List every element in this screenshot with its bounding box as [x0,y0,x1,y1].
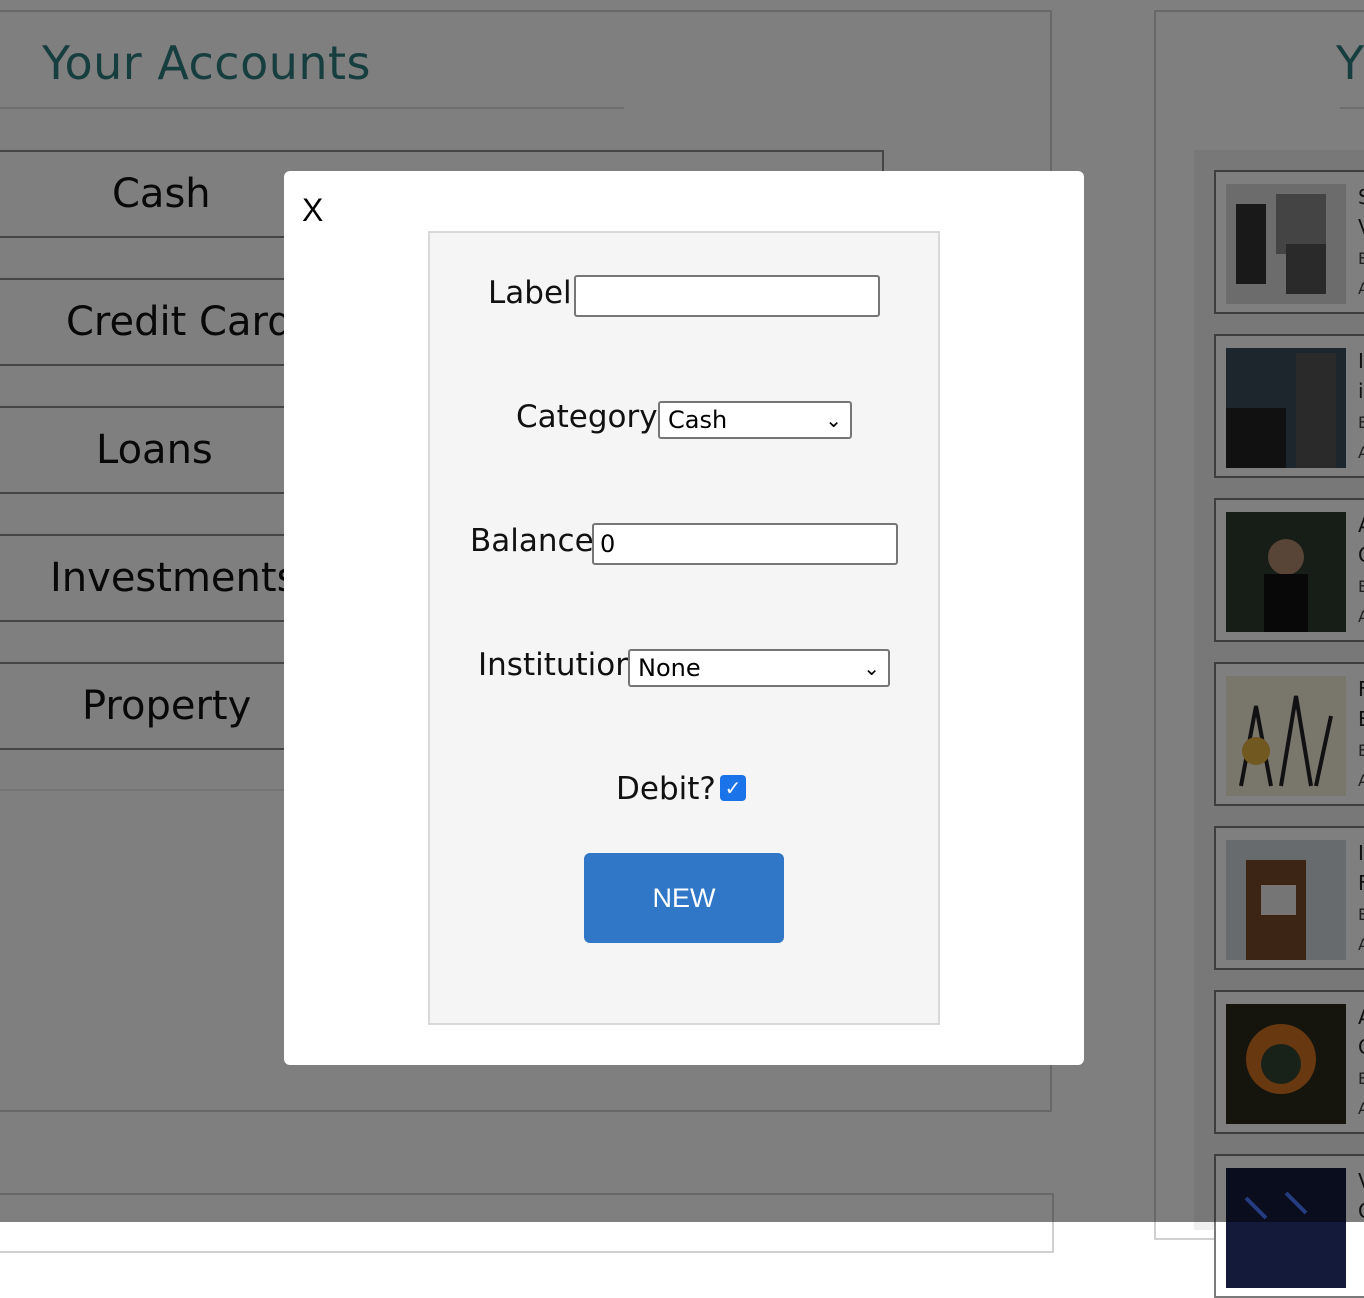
new-account-modal: X Label: Category: Cash ⌄ Balance: Insti… [284,171,1084,1065]
institution-field-label: Institution: [478,647,646,683]
balance-input[interactable] [592,523,898,565]
debit-checkbox[interactable]: ✓ [720,775,746,801]
close-button[interactable]: X [302,193,323,227]
institution-select[interactable]: None ⌄ [628,649,890,687]
balance-field-label: Balance: [470,523,605,559]
label-field-label: Label: [488,275,583,311]
chevron-down-icon: ⌄ [863,656,880,680]
label-input[interactable] [574,275,880,317]
category-select-value: Cash [668,406,728,434]
institution-select-value: None [638,654,701,682]
new-account-form: Label: Category: Cash ⌄ Balance: Institu… [428,231,940,1025]
debit-field-label: Debit? [616,771,716,807]
category-select[interactable]: Cash ⌄ [658,401,852,439]
new-account-button[interactable]: NEW [584,853,784,943]
chevron-down-icon: ⌄ [825,408,842,432]
checkmark-icon: ✓ [724,776,742,800]
category-field-label: Category: [516,399,666,435]
